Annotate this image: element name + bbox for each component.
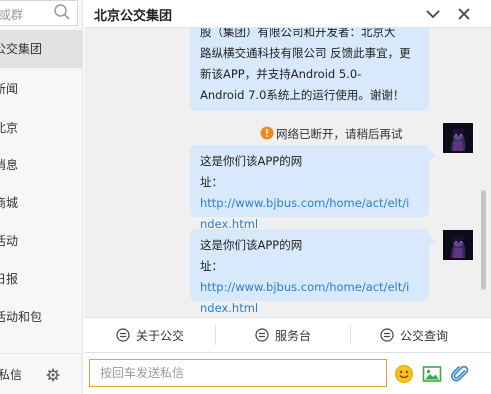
sidebar-item-label: 日报 [0, 272, 19, 286]
warning-icon[interactable] [260, 126, 274, 140]
sidebar: 或群 公交集团 新闻 北京 消息 商城 活动 日报 活动和包 私信 [0, 0, 83, 394]
private-message-label[interactable]: 私信 [0, 366, 22, 383]
chat-header: 北京公交集团 [84, 0, 491, 28]
menu-list-icon [116, 328, 130, 342]
message-link[interactable]: http://www.bjbus.com/home/act/elt/i [200, 280, 409, 294]
message-line: 新该APP，并支持Android 5.0- [200, 67, 362, 81]
menu-about-bus[interactable]: 关于公交 [116, 318, 184, 352]
bubble-tail [429, 236, 436, 246]
gear-icon[interactable] [46, 368, 60, 382]
sidebar-item-bus-group[interactable]: 公交集团 [0, 30, 82, 68]
menu-service-desk[interactable]: 服务台 [255, 318, 311, 352]
sidebar-item-mall[interactable]: 商城 [0, 184, 82, 222]
sidebar-item-label: 活动和包 [0, 310, 43, 324]
message-link[interactable]: http://www.bjbus.com/home/act/elt/i [200, 196, 409, 210]
menu-bus-query[interactable]: 公交查询 [380, 318, 448, 352]
sidebar-item-label: 公交集团 [0, 42, 43, 56]
scrollbar-thumb[interactable] [481, 190, 486, 290]
menu-label: 服务台 [275, 328, 312, 343]
chat-title: 北京公交集团 [94, 9, 173, 24]
message-list[interactable]: 股（集团）有限公司和开发者：北京大 路纵横交通科技有限公司 反馈此事宜，更 新该… [84, 28, 491, 317]
search-input[interactable]: 或群 [0, 0, 78, 26]
message-input[interactable] [89, 359, 387, 387]
message-bubble: 这是你们该APP的网 址： http://www.bjbus.com/home/a… [190, 145, 429, 231]
close-icon[interactable] [456, 6, 472, 22]
menu-list-icon [380, 328, 394, 342]
sidebar-item-label: 消息 [0, 158, 19, 172]
message-bubble: 这是你们该APP的网 址： http://www.bjbus.com/home/a… [190, 229, 429, 315]
message-link[interactable]: ndex.html [200, 301, 258, 315]
url-label: 址： [200, 175, 223, 189]
sidebar-item-messages[interactable]: 消息 [0, 146, 82, 184]
message-line: 路纵横交通科技有限公司 反馈此事宜，更 [200, 46, 411, 60]
avatar[interactable] [443, 123, 473, 153]
chat-panel: 北京公交集团 股（集团）有限公司和开发者：北京大 路纵横交通科技有限公司 反馈此… [84, 0, 491, 394]
search-placeholder: 或群 [0, 8, 24, 22]
emoji-icon[interactable] [394, 364, 414, 384]
sidebar-footer: 私信 [0, 353, 82, 394]
search-icon[interactable] [53, 3, 71, 21]
message-bubble: 股（集团）有限公司和开发者：北京大 路纵横交通科技有限公司 反馈此事宜，更 新该… [190, 28, 429, 111]
url-label: 址： [200, 259, 223, 273]
sidebar-item-label: 活动 [0, 234, 19, 248]
image-icon[interactable] [422, 364, 442, 384]
compose-bar [84, 353, 491, 394]
avatar-image-icon [443, 230, 473, 260]
message-line: Android 7.0系统上的运行使用。谢谢！ [200, 88, 405, 102]
sidebar-item-activity-pack[interactable]: 活动和包 [0, 298, 82, 336]
menu-label: 关于公交 [136, 328, 185, 343]
sidebar-item-label: 商城 [0, 196, 19, 210]
service-menu-bar: 关于公交 服务台 公交查询 [84, 317, 491, 353]
message-text: 这是你们该APP的网 [200, 154, 303, 168]
menu-label: 公交查询 [400, 328, 449, 343]
sidebar-item-label: 北京 [0, 121, 19, 135]
avatar[interactable] [443, 230, 473, 260]
sidebar-item-label: 新闻 [0, 82, 19, 96]
sidebar-item-daily[interactable]: 日报 [0, 260, 82, 298]
sidebar-item-news[interactable]: 新闻 [0, 70, 82, 108]
menu-divider [350, 325, 351, 345]
avatar-image-icon [443, 123, 473, 153]
message-text: 这是你们该APP的网 [200, 238, 303, 252]
menu-list-icon [255, 328, 269, 342]
sidebar-item-beijing[interactable]: 北京 [0, 109, 82, 147]
menu-divider [215, 325, 216, 345]
attachment-icon[interactable] [450, 364, 470, 384]
network-status-text: 网络已断开，请稍后再试 [276, 127, 403, 141]
sidebar-item-activity[interactable]: 活动 [0, 222, 82, 260]
bubble-tail [429, 150, 436, 160]
chevron-down-icon[interactable] [425, 6, 441, 22]
message-line: 股（集团）有限公司和开发者：北京大 [200, 28, 396, 39]
